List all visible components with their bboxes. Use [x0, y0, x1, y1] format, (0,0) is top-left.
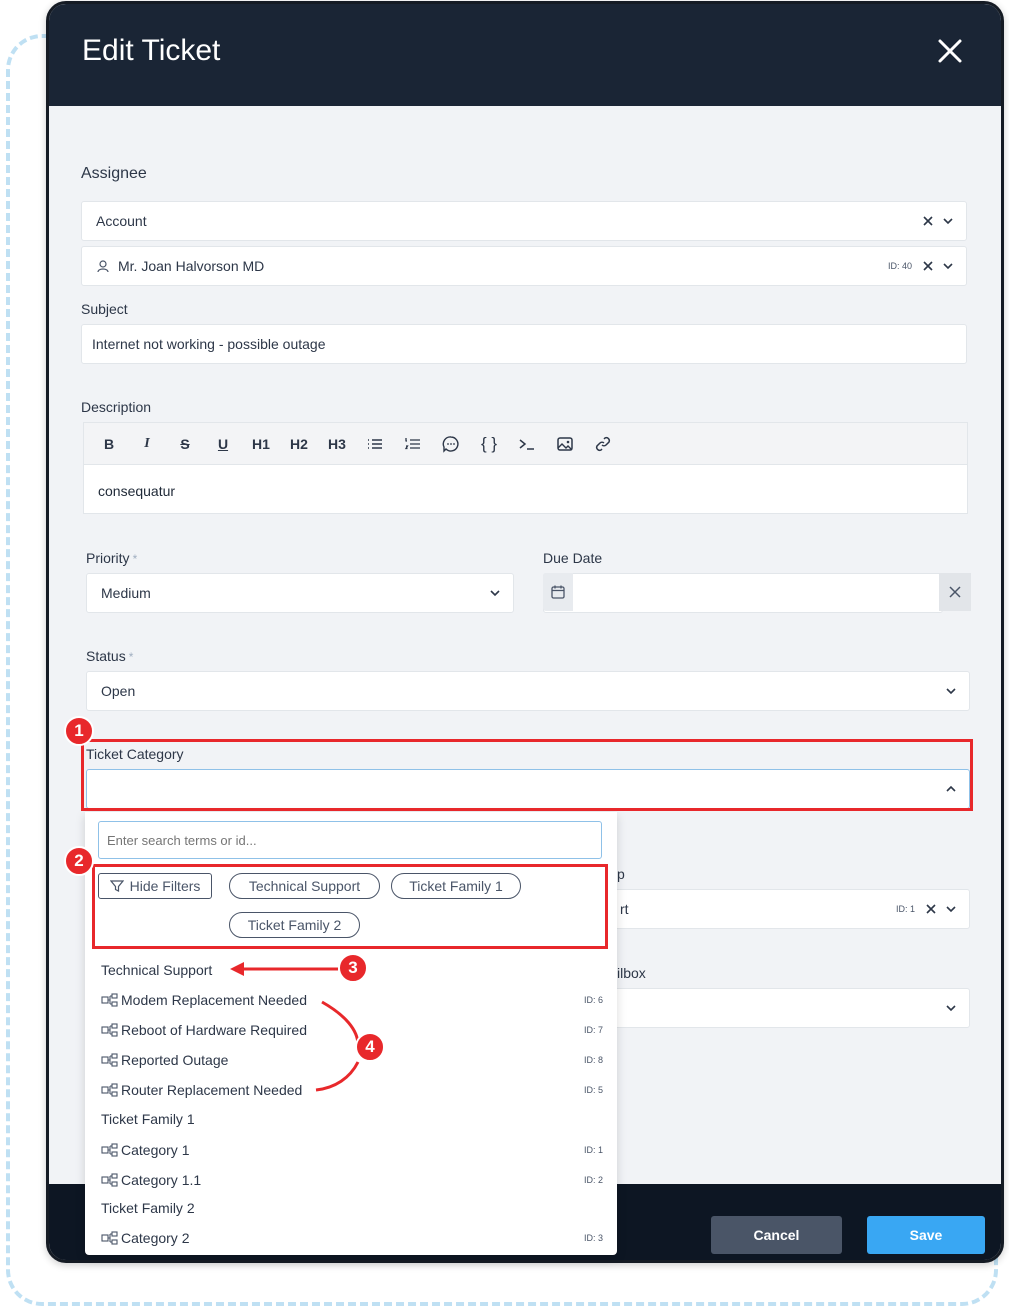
category-option[interactable]: Category 1 ID: 1 — [101, 1137, 603, 1163]
underline-button[interactable]: U — [204, 429, 242, 459]
calendar-icon[interactable] — [543, 573, 573, 611]
priority-select[interactable]: Medium — [86, 573, 514, 613]
save-button[interactable]: Save — [867, 1216, 985, 1254]
clear-icon[interactable] — [922, 260, 934, 272]
chevron-down-icon[interactable] — [942, 260, 954, 272]
strikethrough-button[interactable]: S — [166, 429, 204, 459]
subject-value: Internet not working - possible outage — [92, 336, 326, 352]
subject-label: Subject — [81, 301, 128, 317]
priority-label: Priority * — [86, 550, 138, 566]
chevron-down-icon[interactable] — [942, 215, 954, 227]
annotation-badge-3: 3 — [338, 953, 368, 983]
italic-button[interactable]: I — [128, 429, 166, 459]
status-value: Open — [101, 683, 136, 699]
clear-icon[interactable] — [922, 215, 934, 227]
category-search-input[interactable] — [98, 821, 602, 859]
category-tree-icon — [101, 1173, 118, 1187]
group-header-ticket-family-2: Ticket Family 2 — [101, 1200, 195, 1216]
group-header-ticket-family-1: Ticket Family 1 — [101, 1111, 195, 1127]
assignee-label: Assignee — [81, 165, 147, 182]
category-tree-icon — [101, 993, 118, 1007]
annotation-highlight-filters — [92, 864, 608, 949]
description-label: Description — [81, 399, 152, 415]
modal-header: Edit Ticket — [49, 4, 1001, 106]
assignee-user-value: Mr. Joan Halvorson MD — [118, 258, 265, 274]
heading2-button[interactable]: H2 — [280, 429, 318, 459]
status-select[interactable]: Open — [86, 671, 970, 711]
chevron-down-icon — [946, 1005, 956, 1012]
category-tree-icon — [101, 1143, 118, 1157]
group-header-technical-support: Technical Support — [101, 962, 213, 978]
category-tree-icon — [101, 1053, 118, 1067]
mailbox-label-fragment: ilbox — [617, 965, 646, 981]
category-option[interactable]: Category 1.1 ID: 2 — [101, 1167, 603, 1193]
assignee-type-value: Account — [96, 213, 147, 229]
annotation-badge-1: 1 — [64, 716, 94, 746]
annotation-badge-2: 2 — [64, 846, 94, 876]
description-editor[interactable]: consequatur — [83, 464, 968, 514]
chevron-down-icon — [946, 688, 956, 695]
bullet-list-icon[interactable] — [356, 429, 394, 459]
chevron-down-icon[interactable] — [945, 903, 957, 915]
category-option[interactable]: Modem Replacement Needed ID: 6 — [101, 987, 603, 1013]
close-icon[interactable] — [935, 36, 965, 66]
code-block-button[interactable]: { } — [470, 429, 508, 459]
category-tree-icon — [101, 1231, 118, 1245]
bold-button[interactable]: B — [90, 429, 128, 459]
status-label: Status * — [86, 648, 134, 664]
annotation-badge-4: 4 — [355, 1032, 385, 1062]
image-icon[interactable] — [546, 429, 584, 459]
cancel-button[interactable]: Cancel — [711, 1216, 842, 1254]
due-date-clear-icon[interactable] — [939, 573, 971, 611]
comment-icon[interactable] — [432, 429, 470, 459]
annotation-highlight-ticket-category — [81, 739, 973, 811]
due-date-input[interactable] — [543, 573, 943, 613]
link-icon[interactable] — [584, 429, 622, 459]
assignee-user-select[interactable]: Mr. Joan Halvorson MD ID: 40 — [81, 246, 967, 286]
ordered-list-icon[interactable] — [394, 429, 432, 459]
editor-toolbar: B I S U H1 H2 H3 { } — [83, 422, 968, 464]
modal-title: Edit Ticket — [82, 34, 221, 67]
user-icon — [82, 259, 110, 273]
assignee-type-select[interactable]: Account — [81, 201, 967, 241]
terminal-icon[interactable] — [508, 429, 546, 459]
category-option[interactable]: Category 2 ID: 3 — [101, 1225, 603, 1251]
group-select[interactable]: rt ID: 1 — [589, 889, 970, 929]
subject-input[interactable]: Internet not working - possible outage — [81, 324, 967, 364]
heading3-button[interactable]: H3 — [318, 429, 356, 459]
heading1-button[interactable]: H1 — [242, 429, 280, 459]
group-label-fragment: p — [617, 866, 625, 882]
category-option[interactable]: Reported Outage ID: 8 — [101, 1047, 603, 1073]
priority-value: Medium — [101, 585, 151, 601]
category-option[interactable]: Reboot of Hardware Required ID: 7 — [101, 1017, 603, 1043]
category-tree-icon — [101, 1023, 118, 1037]
chevron-down-icon — [490, 590, 500, 597]
due-date-label: Due Date — [543, 550, 603, 566]
clear-icon[interactable] — [925, 903, 937, 915]
category-option[interactable]: Router Replacement Needed ID: 5 — [101, 1077, 603, 1103]
assignee-id: ID: 40 — [887, 261, 912, 271]
mailbox-select[interactable] — [589, 988, 970, 1028]
category-tree-icon — [101, 1083, 118, 1097]
